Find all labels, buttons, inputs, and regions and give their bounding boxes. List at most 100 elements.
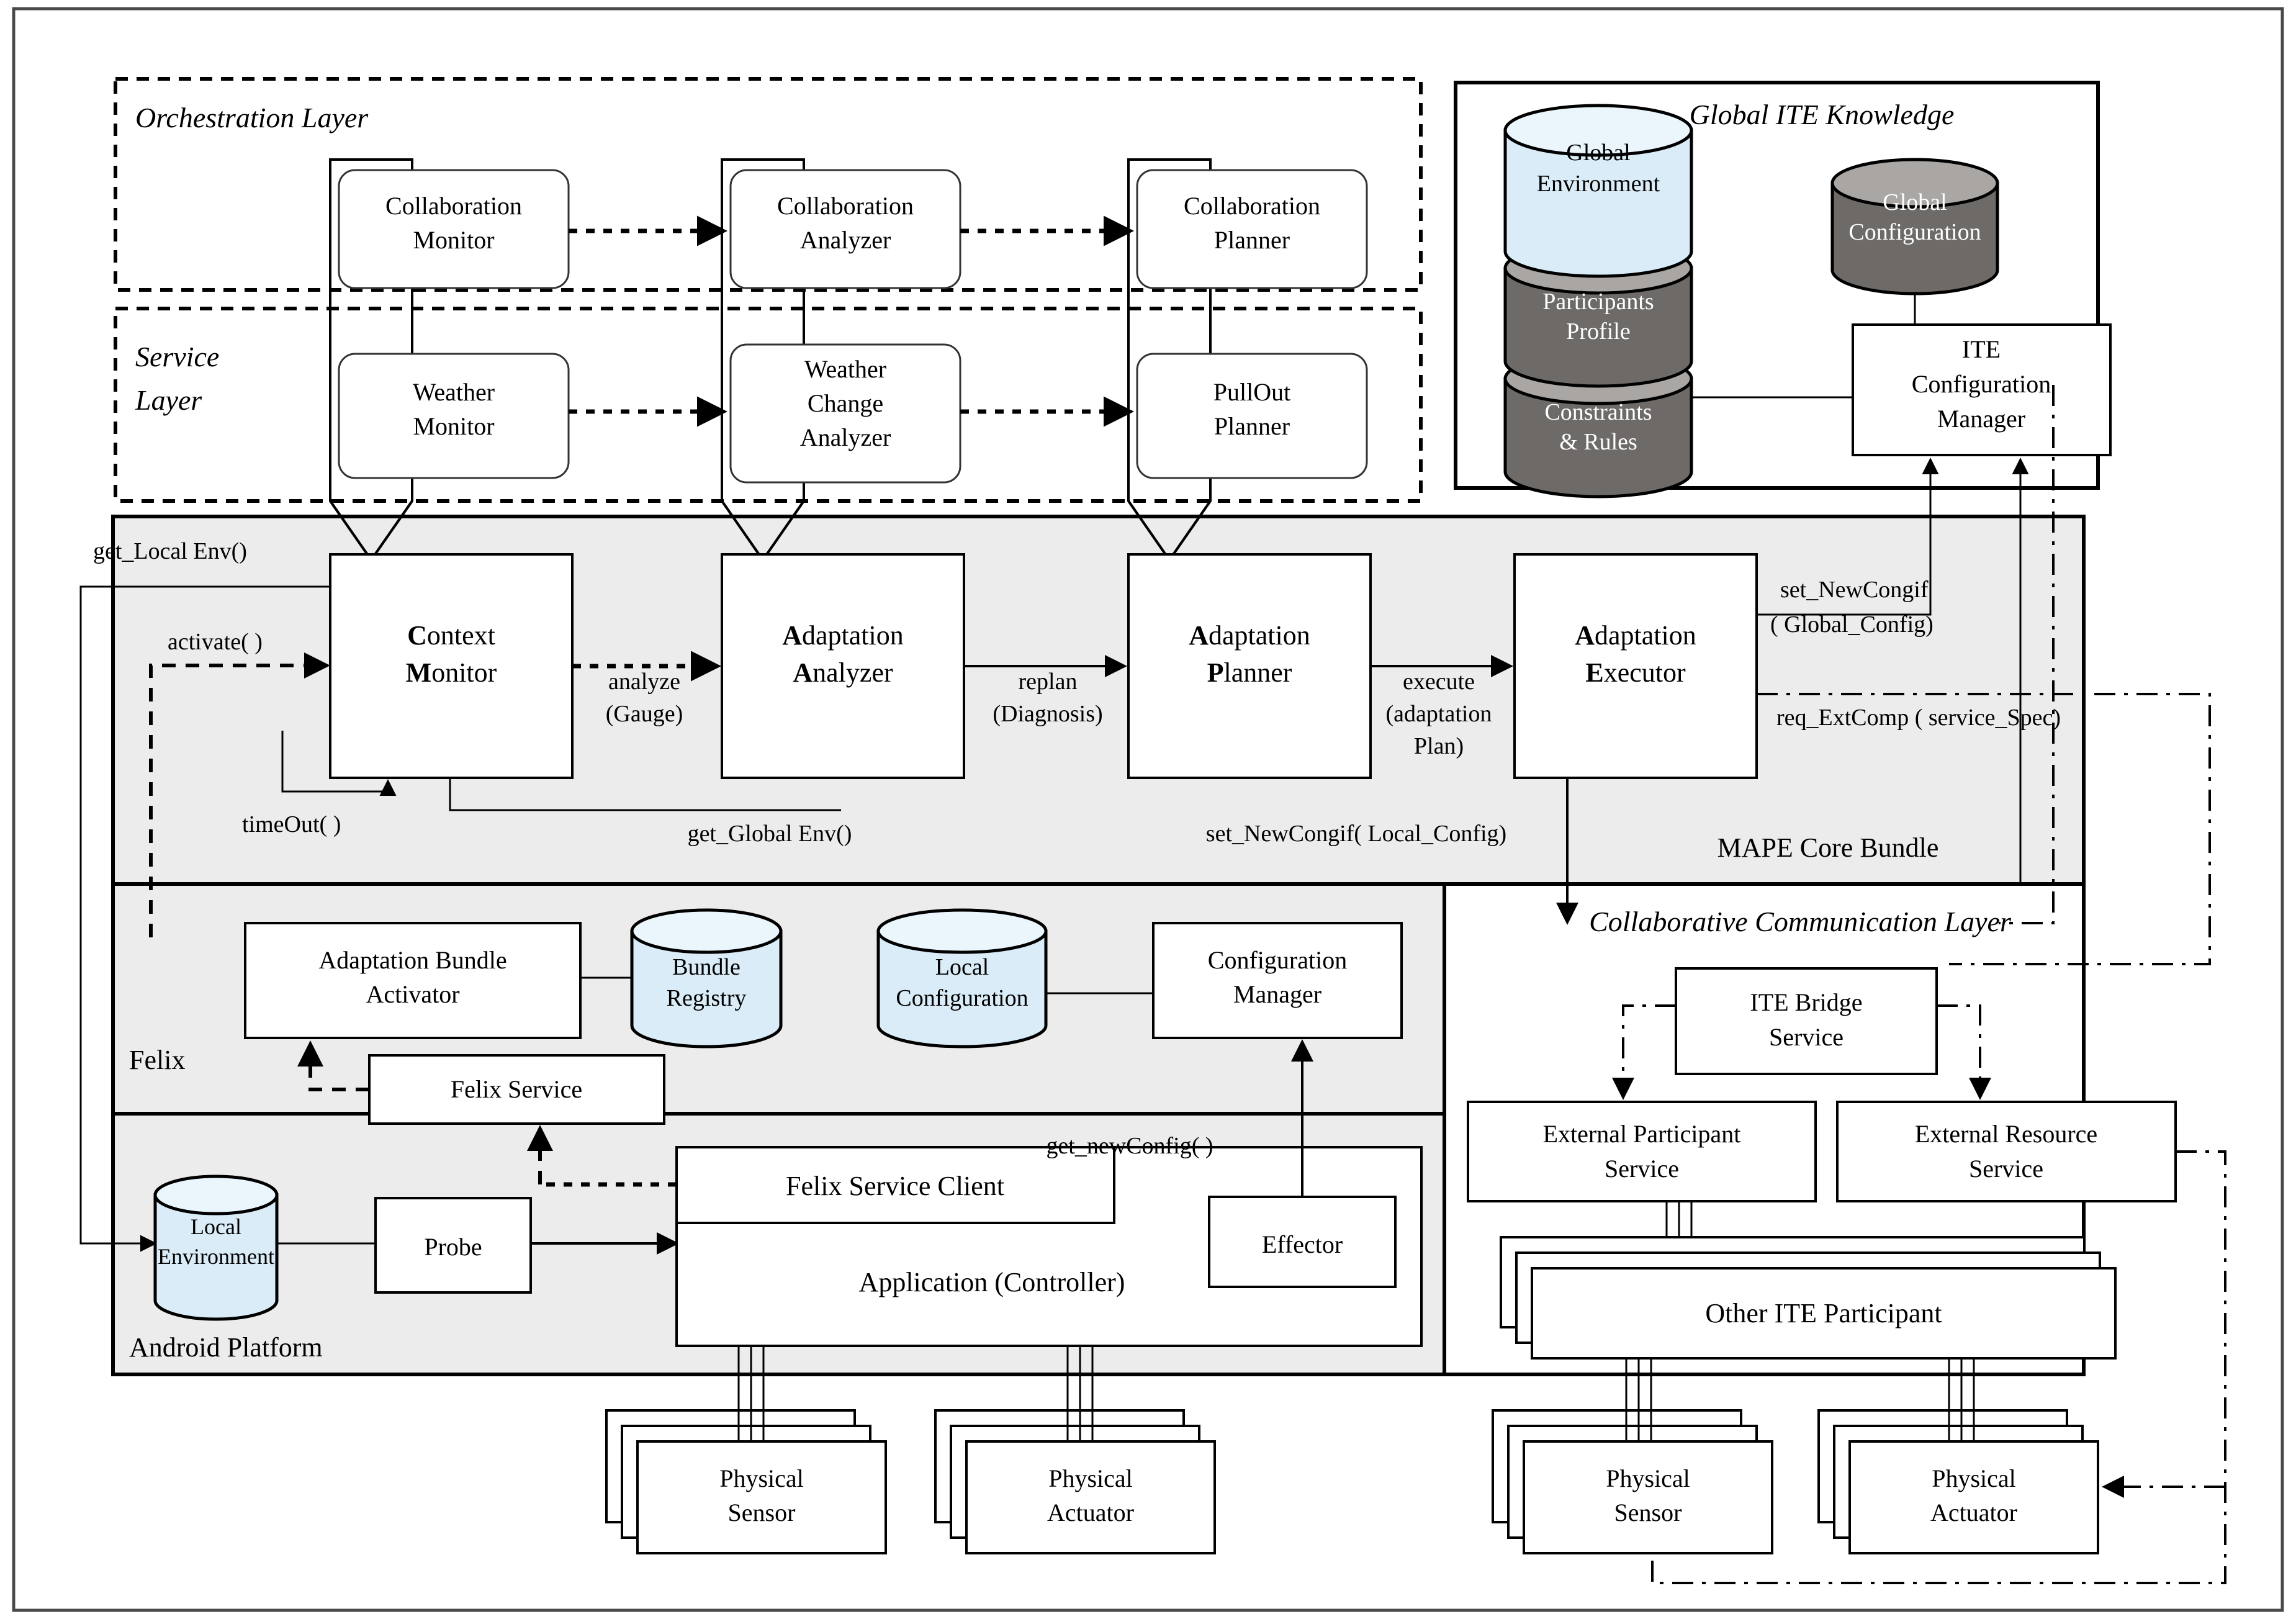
android-label: Android Platform [129,1332,323,1363]
bundle-registry-cylinder: Bundle Registry [630,908,783,1049]
external-participant-service-box[interactable]: External Participant Service [1467,1101,1817,1202]
service-layer-title-1: Service [135,341,219,372]
actuator-right-line1: Physical [1932,1464,2016,1492]
label-set-newconfig-global-1: set_NewCongif [1780,577,1929,603]
felix-service-box[interactable]: Felix Service [368,1054,665,1125]
label-analyze-2: (Gauge) [606,701,683,727]
collaboration-planner-box[interactable]: Collaboration Planner [1136,169,1368,289]
constraints-rules-line2: & Rules [1559,429,1637,455]
service-layer-title-2: Layer [135,384,202,416]
felix-service-client-label: Felix Service Client [786,1171,1004,1201]
adaptation-analyzer-box[interactable]: Adaptation Analyzer [721,553,965,779]
ext-resource-line1: External Resource [1915,1120,2097,1148]
weather-monitor-line2: Monitor [413,412,494,440]
participants-profile-line2: Profile [1566,318,1630,345]
actuator-right-line2: Actuator [1930,1499,2017,1527]
activator-line2: Activator [366,980,459,1008]
other-ite-participant-label: Other ITE Participant [1705,1298,1942,1328]
pullout-planner-line2: Planner [1214,412,1290,440]
context-monitor-box[interactable]: Context Monitor [329,553,574,779]
label-set-newconfig-global-2: ( Global_Config) [1770,611,1934,638]
bridge-line2: Service [1769,1023,1844,1051]
adaptation-analyzer-line1: Adaptation [782,620,904,651]
adaptation-planner-box[interactable]: Adaptation Planner [1127,553,1372,779]
ite-cfg-mgr-line2: Configuration [1912,370,2051,398]
label-get-global-env: get_Global Env() [688,821,852,847]
adaptation-planner-line2: Planner [1207,657,1292,688]
label-analyze-1: analyze [608,669,680,695]
local-env-line1: Local [191,1214,241,1239]
physical-sensor-right-stack[interactable]: Physical Sensor [1492,1409,1773,1554]
sensor-left-line1: Physical [719,1464,804,1492]
local-configuration-cylinder: Local Configuration [876,908,1048,1049]
ite-cfg-mgr-line3: Manager [1937,405,2025,433]
effector-label: Effector [1262,1230,1343,1258]
local-env-line2: Environment [158,1244,274,1269]
sensor-left-line2: Sensor [728,1499,796,1527]
global-config-line2: Configuration [1848,219,1981,245]
label-execute-1: execute [1403,669,1475,695]
collab-analyzer-line1: Collaboration [777,192,914,220]
ite-configuration-manager[interactable]: ITE Configuration Manager [1852,323,2112,456]
weather-change-line1: Weather [804,355,886,383]
bridge-line1: ITE Bridge [1750,988,1862,1016]
ite-bridge-service-box[interactable]: ITE Bridge Service [1675,967,1938,1075]
global-knowledge-cylinder-stack: Global Environment Participants Profile … [1503,104,1693,498]
pullout-planner-line1: PullOut [1213,378,1290,406]
global-config-line1: Global [1883,189,1947,215]
label-get-local-env: get_Local Env() [93,538,247,564]
global-env-line2: Environment [1537,171,1660,197]
collaboration-analyzer-box[interactable]: Collaboration Analyzer [729,169,961,289]
physical-actuator-left-stack[interactable]: Physical Actuator [934,1409,1216,1554]
adaptation-planner-line1: Adaptation [1189,620,1310,651]
config-manager-line1: Configuration [1208,946,1347,974]
bundle-registry-line1: Bundle [672,954,741,980]
configuration-manager-box[interactable]: Configuration Manager [1152,922,1403,1039]
other-ite-participant-stack[interactable]: Other ITE Participant [1500,1236,2117,1360]
label-req-extcomp: req_ExtComp ( service_Spec) [1776,705,2061,731]
physical-sensor-left-stack[interactable]: Physical Sensor [605,1409,887,1554]
participants-profile-line1: Participants [1542,289,1654,315]
label-timeout: timeOut( ) [242,811,341,837]
global-configuration-cylinder: Global Configuration [1830,158,1999,295]
adaptation-executor-box[interactable]: Adaptation Executor [1513,553,1758,779]
ext-participant-line1: External Participant [1543,1120,1741,1148]
context-monitor-line2: Monitor [406,657,497,688]
architecture-diagram: Global ITE Knowledge Global Environment … [0,0,2296,1619]
weather-monitor-box[interactable]: Weather Monitor [338,353,570,479]
global-env-line1: Global [1566,140,1630,166]
adaptation-analyzer-line2: Analyzer [793,657,893,688]
label-execute-2: (adaptation [1386,701,1492,727]
probe-box[interactable]: Probe [374,1197,532,1294]
local-environment-cylinder: Local Environment [153,1175,279,1321]
collab-monitor-line1: Collaboration [385,192,522,220]
global-knowledge-title: Global ITE Knowledge [1690,99,1955,130]
application-label: Application (Controller) [859,1267,1125,1297]
felix-label: Felix [129,1045,185,1075]
physical-actuator-right-stack[interactable]: Physical Actuator [1817,1409,2099,1554]
pullout-planner-box[interactable]: PullOut Planner [1136,353,1368,479]
orchestration-layer-title: Orchestration Layer [135,102,369,133]
ext-resource-line2: Service [1969,1155,2043,1183]
local-configuration-line2: Configuration [896,985,1028,1011]
adaptation-bundle-activator-box[interactable]: Adaptation Bundle Activator [244,922,582,1039]
collaboration-monitor-box[interactable]: Collaboration Monitor [338,169,570,289]
ext-participant-line2: Service [1605,1155,1679,1183]
ite-cfg-mgr-line1: ITE [1962,335,2001,363]
weather-change-analyzer-box[interactable]: Weather Change Analyzer [729,343,961,484]
label-replan-1: replan [1019,669,1078,695]
adaptation-executor-line2: Executor [1585,657,1686,688]
weather-change-line3: Analyzer [800,423,891,451]
collab-monitor-line2: Monitor [413,226,494,254]
label-get-newconfig: get_newConfig( ) [1046,1133,1213,1159]
actuator-left-line2: Actuator [1047,1499,1134,1527]
sensor-right-line2: Sensor [1614,1499,1682,1527]
external-resource-service-box[interactable]: External Resource Service [1836,1101,2177,1202]
mape-core-label: MAPE Core Bundle [1717,832,1939,863]
actuator-left-line1: Physical [1048,1464,1133,1492]
effector-box[interactable]: Effector [1208,1196,1397,1288]
collab-planner-line1: Collaboration [1184,192,1320,220]
constraints-rules-line1: Constraints [1544,399,1652,425]
label-execute-3: Plan) [1414,733,1464,759]
collab-comm-title: Collaborative Communication Layer [1589,906,2012,937]
